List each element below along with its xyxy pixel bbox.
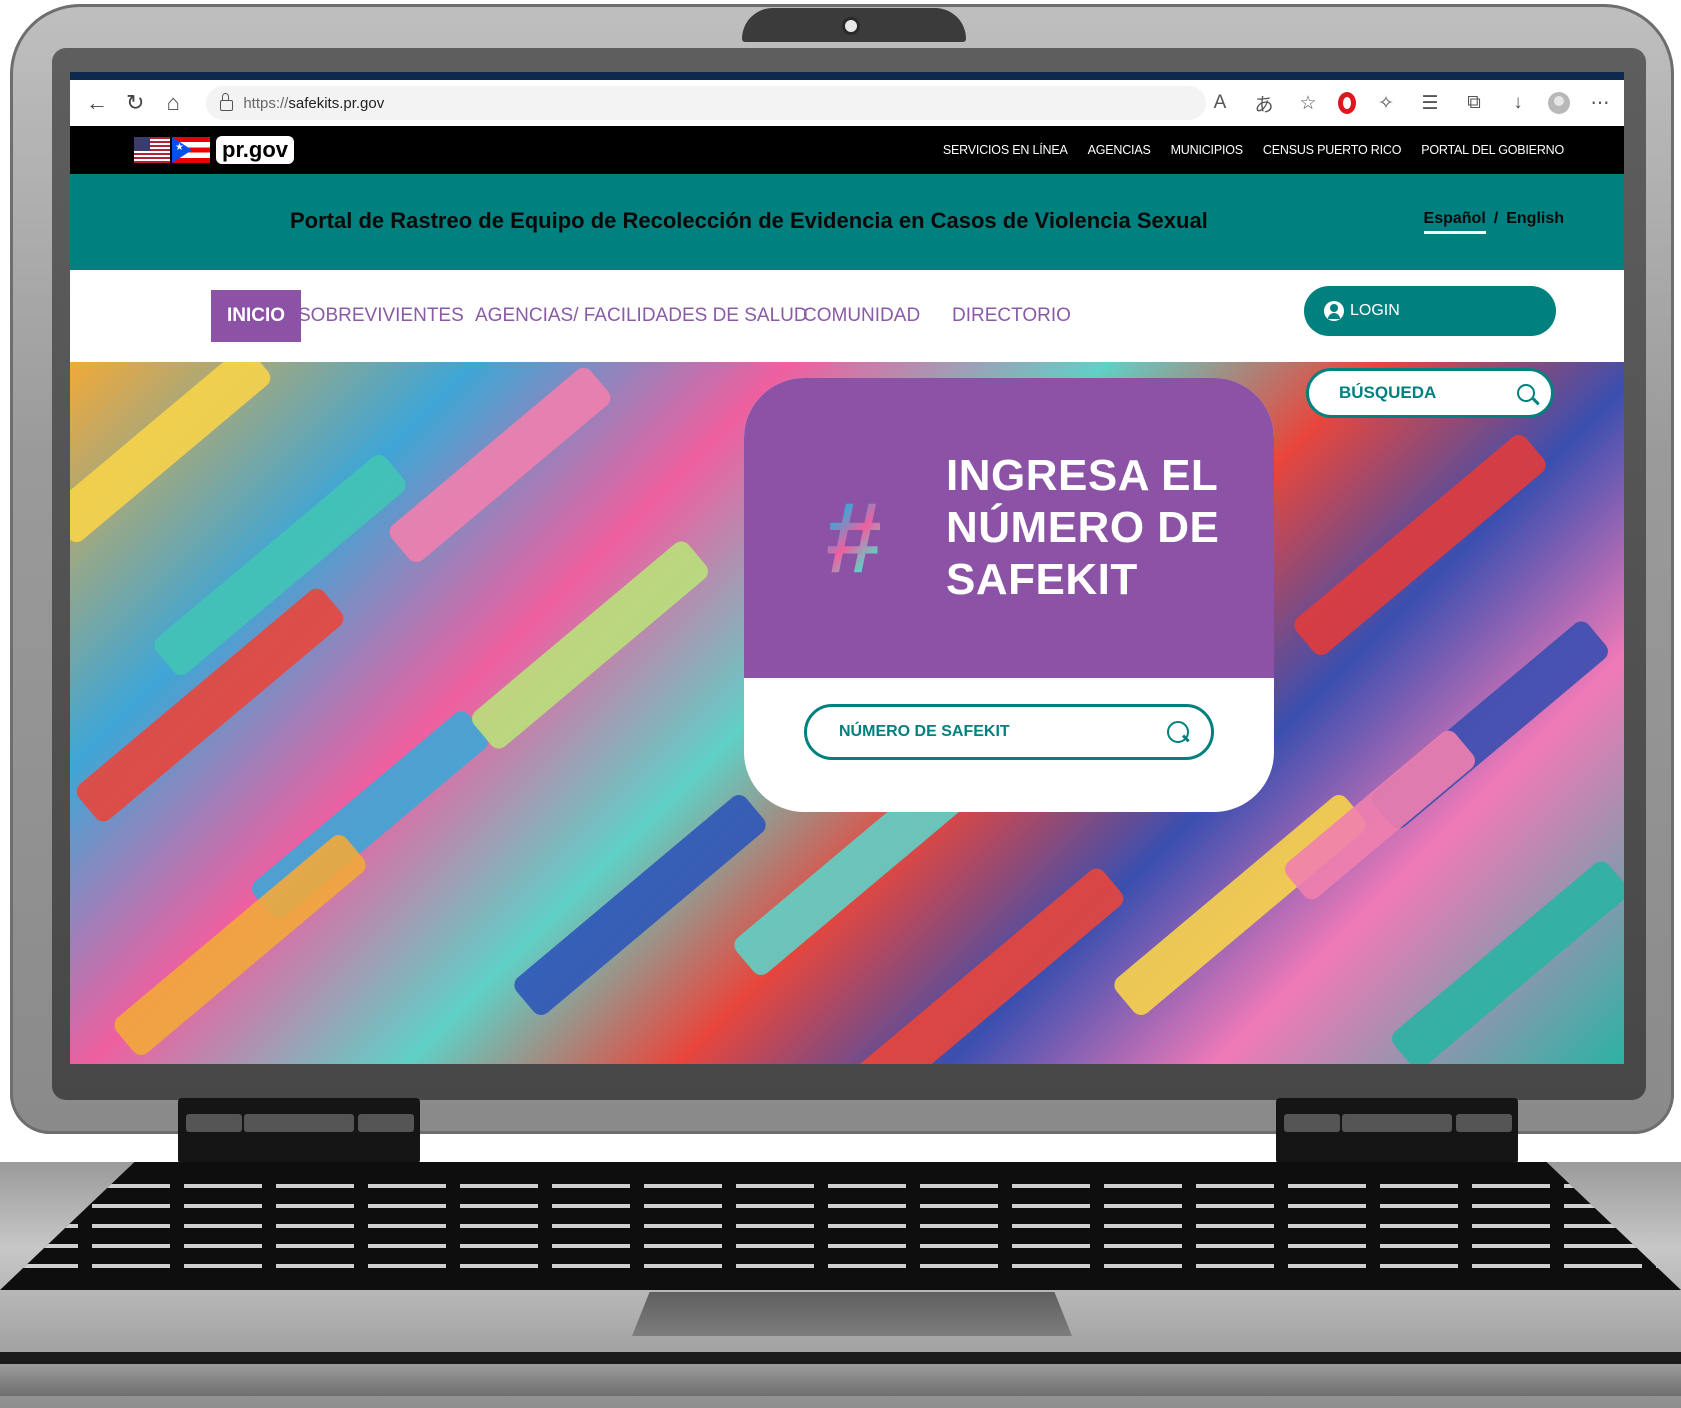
- trackpad: [632, 1292, 1072, 1336]
- prgov-logo-text: pr.gov: [216, 136, 295, 164]
- profile-icon[interactable]: [1548, 92, 1571, 114]
- key-row: [0, 1264, 1681, 1268]
- gov-link-municipios[interactable]: MUNICIPIOS: [1171, 143, 1244, 157]
- hinge-slot: [244, 1114, 354, 1132]
- translate-icon[interactable]: あ: [1250, 90, 1278, 117]
- hinge-slot: [186, 1114, 242, 1132]
- keyboard: [0, 1162, 1681, 1290]
- us-flag-icon: [134, 137, 170, 163]
- language-switcher: Español / English: [1423, 210, 1564, 234]
- browser-toolbar: ← ↻ ⌂ https://safekits.pr.gov A あ ☆ ✧ ☰ …: [70, 80, 1624, 126]
- user-icon: [1324, 301, 1344, 321]
- heading-line-1: INGRESA EL: [946, 451, 1219, 500]
- paint-stroke: [385, 363, 615, 567]
- address-bar[interactable]: https://safekits.pr.gov: [206, 86, 1207, 120]
- paint-stroke: [1387, 857, 1624, 1064]
- more-icon[interactable]: ⋯: [1586, 92, 1614, 115]
- heading-line-2: NÚMERO DE: [946, 503, 1220, 552]
- refresh-icon[interactable]: ↻: [116, 90, 154, 116]
- key-row: [0, 1184, 1681, 1188]
- search-placeholder: BÚSQUEDA: [1339, 383, 1437, 402]
- gov-link-servicios[interactable]: SERVICIOS EN LÍNEA: [943, 143, 1068, 157]
- gov-link-agencias[interactable]: AGENCIAS: [1088, 143, 1151, 157]
- login-button[interactable]: LOGIN: [1304, 286, 1556, 336]
- key-row: [0, 1204, 1681, 1208]
- screen: ← ↻ ⌂ https://safekits.pr.gov A あ ☆ ✧ ☰ …: [70, 72, 1624, 1064]
- downloads-icon[interactable]: ↓: [1504, 92, 1532, 114]
- safekit-search-icon[interactable]: [1167, 721, 1189, 743]
- webcam-icon: [842, 17, 860, 35]
- url-host: safekits.pr.gov: [288, 94, 385, 112]
- lang-en-link[interactable]: English: [1506, 210, 1564, 234]
- back-icon[interactable]: ←: [78, 90, 116, 116]
- right-hinge: [1276, 1098, 1518, 1164]
- page-title: Portal de Rastreo de Equipo de Recolecci…: [290, 208, 1208, 233]
- safekit-placeholder: NÚMERO DE SAFEKIT: [839, 723, 1010, 740]
- lang-separator: /: [1493, 210, 1499, 227]
- safekit-heading: INGRESA EL NÚMERO DE SAFEKIT: [946, 450, 1219, 606]
- favorite-add-icon[interactable]: ☆: [1294, 92, 1322, 115]
- lang-es-link[interactable]: Español: [1423, 210, 1486, 234]
- site-header: Portal de Rastreo de Equipo de Recolecci…: [70, 174, 1624, 270]
- laptop-base: [0, 1364, 1681, 1396]
- nav-item-inicio[interactable]: INICIO: [211, 290, 302, 342]
- gov-link-portal[interactable]: PORTAL DEL GOBIERNO: [1421, 143, 1564, 157]
- hinge-slot: [1284, 1114, 1340, 1132]
- search-input[interactable]: BÚSQUEDA: [1306, 368, 1554, 418]
- paint-stroke: [510, 790, 770, 1020]
- opera-icon[interactable]: [1338, 92, 1357, 114]
- home-icon[interactable]: ⌂: [154, 90, 192, 116]
- hinge-slot: [1342, 1114, 1452, 1132]
- main-nav: INICIO SOBREVIVIENTES AGENCIAS/ FACILIDA…: [70, 270, 1624, 362]
- hinge-slot: [358, 1114, 414, 1132]
- paint-stroke: [467, 537, 713, 753]
- read-aloud-icon[interactable]: A: [1206, 92, 1234, 114]
- nav-item-comunidad[interactable]: COMUNIDAD: [803, 290, 920, 342]
- paint-stroke: [70, 362, 275, 547]
- url-scheme: https://: [243, 94, 289, 112]
- gov-bar: pr.gov SERVICIOS EN LÍNEA AGENCIAS MUNIC…: [70, 126, 1624, 174]
- gov-logo[interactable]: pr.gov: [134, 136, 295, 164]
- paint-stroke: [852, 864, 1128, 1064]
- gov-link-census[interactable]: CENSUS PUERTO RICO: [1263, 143, 1402, 157]
- key-row: [0, 1224, 1681, 1228]
- browser-actions: A あ ☆ ✧ ☰ ⧉ ↓ ⋯: [1206, 90, 1624, 117]
- hero-banner: BÚSQUEDA # INGRESA EL NÚMERO DE SAFEKIT …: [70, 362, 1624, 1064]
- safekit-card-header: # INGRESA EL NÚMERO DE SAFEKIT: [744, 378, 1274, 678]
- nav-item-directorio[interactable]: DIRECTORIO: [952, 290, 1071, 342]
- collections-icon[interactable]: ⧉: [1460, 92, 1488, 114]
- nav-item-agencias[interactable]: AGENCIAS/ FACILIDADES DE SALUD: [475, 290, 808, 342]
- login-label: LOGIN: [1350, 302, 1400, 319]
- favorites-icon[interactable]: ☰: [1416, 92, 1444, 115]
- left-hinge: [178, 1098, 420, 1164]
- safekit-card: # INGRESA EL NÚMERO DE SAFEKIT NÚMERO DE…: [744, 378, 1274, 812]
- heading-line-3: SAFEKIT: [946, 555, 1138, 604]
- safekit-number-input[interactable]: NÚMERO DE SAFEKIT: [804, 704, 1214, 760]
- hash-icon: #: [826, 482, 882, 594]
- search-icon[interactable]: [1517, 384, 1535, 402]
- lock-icon: [220, 92, 234, 111]
- laptop-base-edge: [0, 1352, 1681, 1364]
- hinge-slot: [1456, 1114, 1512, 1132]
- gov-links: SERVICIOS EN LÍNEA AGENCIAS MUNICIPIOS C…: [943, 126, 1564, 174]
- paint-stroke: [1290, 430, 1550, 660]
- extensions-icon[interactable]: ✧: [1372, 92, 1400, 115]
- key-row: [0, 1244, 1681, 1248]
- pr-flag-icon: [172, 137, 210, 163]
- nav-item-sobrevivientes[interactable]: SOBREVIVIENTES: [298, 290, 464, 342]
- paint-stroke: [110, 830, 370, 1060]
